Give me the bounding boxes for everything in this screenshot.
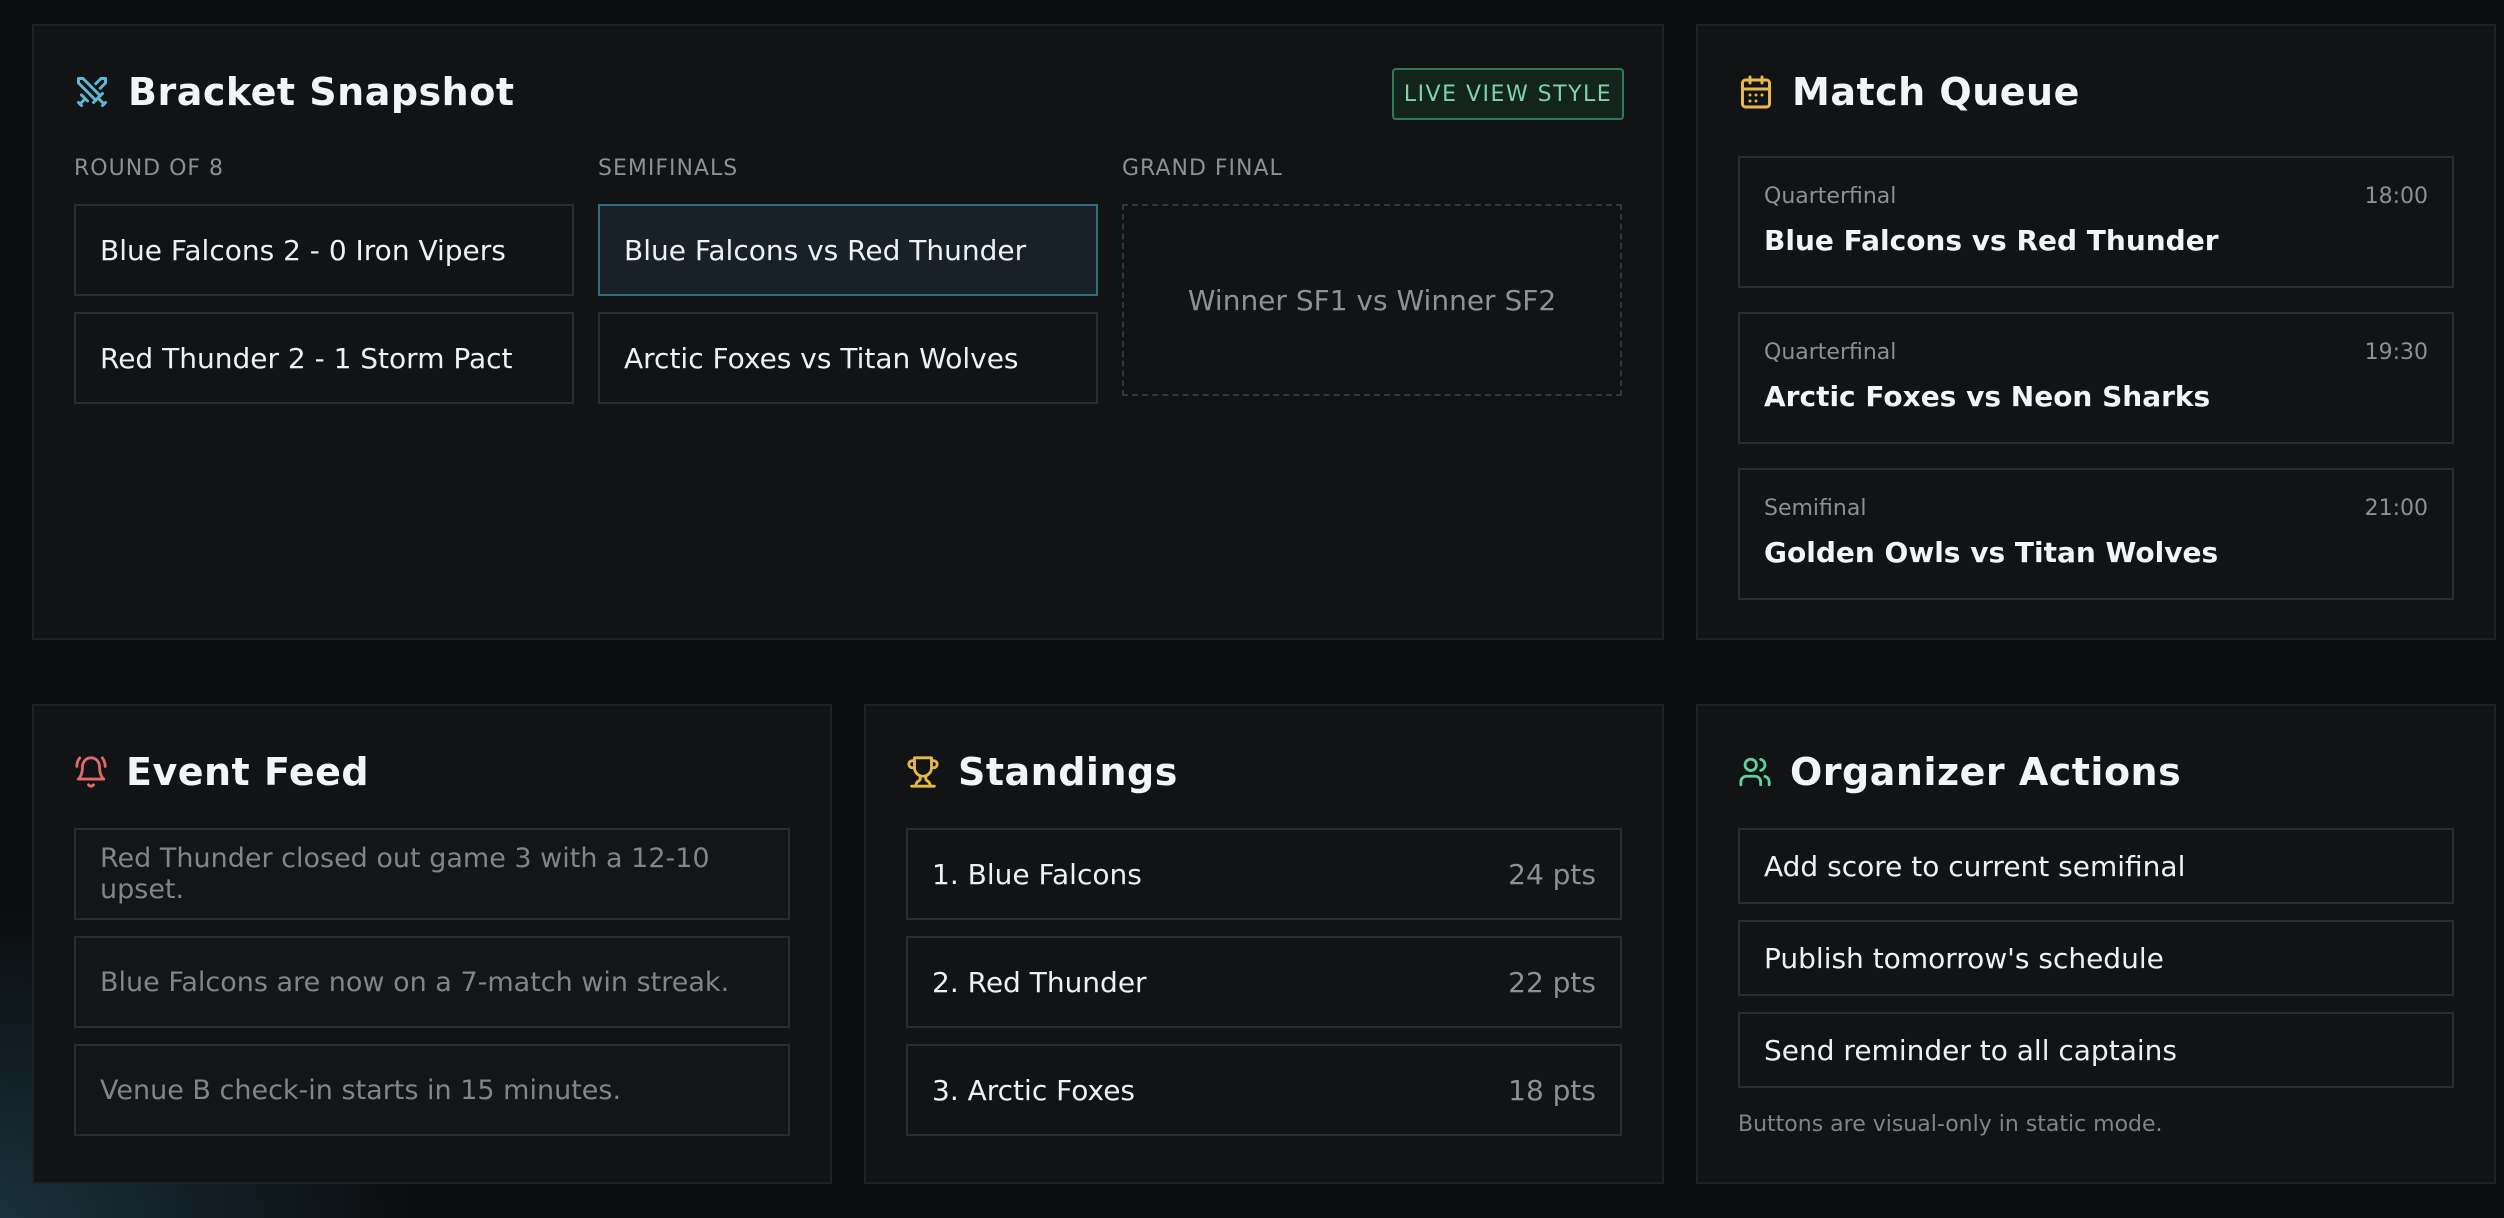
organizer-actions-panel: Organizer Actions Add score to current s… xyxy=(1696,704,2496,1184)
bracket-panel: Bracket Snapshot LIVE VIEW STYLE ROUND O… xyxy=(32,24,1664,640)
queue-teams: Arctic Foxes vs Neon Sharks xyxy=(1764,380,2211,413)
bell-icon xyxy=(75,756,107,788)
match-queue-panel: Match Queue Quarterfinal 18:00 Blue Falc… xyxy=(1696,24,2496,640)
calendar-icon xyxy=(1741,75,1771,109)
users-icon xyxy=(1739,757,1771,787)
standings-panel: Standings 1. Blue Falcons 24 pts 2. Red … xyxy=(864,704,1664,1184)
feed-item: Venue B check-in starts in 15 minutes. xyxy=(74,1044,790,1136)
standings-team: 3. Arctic Foxes xyxy=(932,1073,1136,1107)
queue-time: 21:00 xyxy=(2364,496,2428,521)
organizer-actions-title-text: Organizer Actions xyxy=(1790,750,2182,794)
bracket-title: Bracket Snapshot xyxy=(74,70,515,114)
bracket-match-r8-1[interactable]: Blue Falcons 2 - 0 Iron Vipers xyxy=(74,204,574,296)
bracket-match-sf1[interactable]: Blue Falcons vs Red Thunder xyxy=(598,204,1098,296)
feed-item: Blue Falcons are now on a 7-match win st… xyxy=(74,936,790,1028)
queue-stage: Quarterfinal xyxy=(1764,340,1897,365)
event-feed-title: Event Feed xyxy=(74,750,369,794)
queue-teams: Golden Owls vs Titan Wolves xyxy=(1764,536,2219,569)
match-queue-title-text: Match Queue xyxy=(1792,70,2080,114)
standings-points: 24 pts xyxy=(1508,857,1596,891)
queue-stage: Quarterfinal xyxy=(1764,184,1897,209)
trophy-icon xyxy=(907,756,939,788)
round-of-8-label: ROUND OF 8 xyxy=(74,156,225,181)
organizer-actions-title: Organizer Actions xyxy=(1738,750,2181,794)
standings-row: 2. Red Thunder 22 pts xyxy=(906,936,1622,1028)
standings-row: 3. Arctic Foxes 18 pts xyxy=(906,1044,1622,1136)
queue-item[interactable]: Quarterfinal 18:00 Blue Falcons vs Red T… xyxy=(1738,156,2454,288)
match-queue-title: Match Queue xyxy=(1738,70,2080,114)
bracket-match-r8-2[interactable]: Red Thunder 2 - 1 Storm Pact xyxy=(74,312,574,404)
live-view-badge: LIVE VIEW STYLE xyxy=(1392,68,1624,120)
queue-item[interactable]: Semifinal 21:00 Golden Owls vs Titan Wol… xyxy=(1738,468,2454,600)
standings-title-text: Standings xyxy=(958,750,1178,794)
bracket-title-text: Bracket Snapshot xyxy=(128,70,515,114)
standings-title: Standings xyxy=(906,750,1178,794)
standings-points: 18 pts xyxy=(1508,1073,1596,1107)
static-mode-note: Buttons are visual-only in static mode. xyxy=(1738,1112,2163,1137)
queue-stage: Semifinal xyxy=(1764,496,1867,521)
add-score-button[interactable]: Add score to current semifinal xyxy=(1738,828,2454,904)
crossed-swords-icon xyxy=(77,77,107,107)
publish-schedule-button[interactable]: Publish tomorrow's schedule xyxy=(1738,920,2454,996)
send-reminder-button[interactable]: Send reminder to all captains xyxy=(1738,1012,2454,1088)
semifinals-label: SEMIFINALS xyxy=(598,156,739,181)
queue-teams: Blue Falcons vs Red Thunder xyxy=(1764,224,2219,257)
queue-item[interactable]: Quarterfinal 19:30 Arctic Foxes vs Neon … xyxy=(1738,312,2454,444)
event-feed-panel: Event Feed Red Thunder closed out game 3… xyxy=(32,704,832,1184)
bracket-match-final[interactable]: Winner SF1 vs Winner SF2 xyxy=(1122,204,1622,396)
grand-final-label: GRAND FINAL xyxy=(1122,156,1283,181)
bracket-match-sf2[interactable]: Arctic Foxes vs Titan Wolves xyxy=(598,312,1098,404)
standings-team: 2. Red Thunder xyxy=(932,965,1147,999)
standings-points: 22 pts xyxy=(1508,965,1596,999)
standings-team: 1. Blue Falcons xyxy=(932,857,1142,891)
event-feed-title-text: Event Feed xyxy=(126,750,370,794)
queue-time: 18:00 xyxy=(2364,184,2428,209)
standings-row: 1. Blue Falcons 24 pts xyxy=(906,828,1622,920)
queue-time: 19:30 xyxy=(2364,340,2428,365)
feed-item: Red Thunder closed out game 3 with a 12-… xyxy=(74,828,790,920)
